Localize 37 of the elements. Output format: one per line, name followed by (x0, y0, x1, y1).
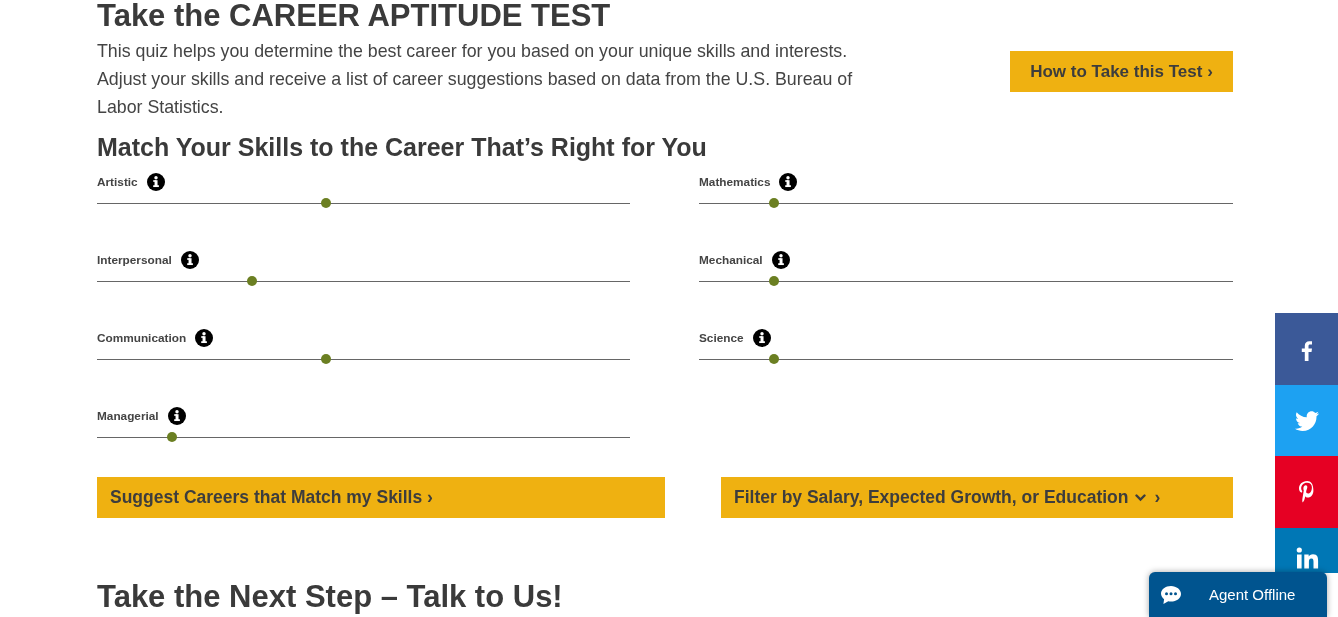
info-icon[interactable] (195, 329, 214, 347)
skill-label: Mechanical (699, 253, 763, 267)
share-button[interactable] (1275, 384, 1338, 456)
section-heading: Take the Next Step – Talk to Us! (97, 581, 563, 613)
info-icon[interactable] (752, 329, 771, 347)
slider-thumb[interactable] (321, 198, 332, 208)
skill-label: Communication (97, 331, 187, 345)
info-icon[interactable] (167, 407, 186, 425)
chat-button[interactable]: Agent Offline (1149, 572, 1327, 617)
linkedin-icon (1294, 545, 1319, 570)
share-button[interactable] (1275, 313, 1338, 385)
info-icon[interactable] (146, 173, 165, 191)
skill-label: Interpersonal (97, 253, 172, 267)
skill-label: Science (699, 331, 744, 345)
chat-icon (1160, 584, 1182, 605)
filter-button[interactable]: Filter by Salary, Expected Growth, or Education › (721, 477, 1233, 518)
how-to-button[interactable]: How to Take this Test › (1010, 51, 1233, 92)
share-button[interactable] (1275, 456, 1338, 528)
slider-thumb[interactable] (768, 354, 779, 364)
info-icon[interactable] (180, 251, 199, 269)
suggest-careers-button[interactable]: Suggest Careers that Match my Skills › (97, 477, 665, 518)
skill-label: Artistic (97, 175, 138, 189)
slider-thumb[interactable] (768, 276, 779, 286)
bird-icon (1294, 408, 1319, 433)
slider-thumb[interactable] (166, 432, 177, 442)
caret-icon (1134, 493, 1146, 502)
slider-thumb[interactable] (246, 276, 257, 286)
info-icon[interactable] (771, 251, 790, 269)
skill-label: Managerial (97, 409, 159, 423)
section-heading: Match Your Skills to the Career That’s Right for You (97, 132, 708, 162)
info-icon[interactable] (779, 173, 798, 191)
skill-label: Mathematics (699, 175, 771, 189)
slider-thumb[interactable] (321, 354, 332, 364)
share-button[interactable] (1275, 527, 1338, 573)
slider-thumb[interactable] (768, 198, 779, 208)
intro-paragraph: This quiz helps you determine the best career for you based on your unique skills and interests. Adjust your skills and receive a list of career suggestions based on data from the U.S. Bureau of Labor Statistics. (97, 40, 854, 119)
page-title: Take the CAREER APTITUDE TEST (97, 0, 612, 32)
